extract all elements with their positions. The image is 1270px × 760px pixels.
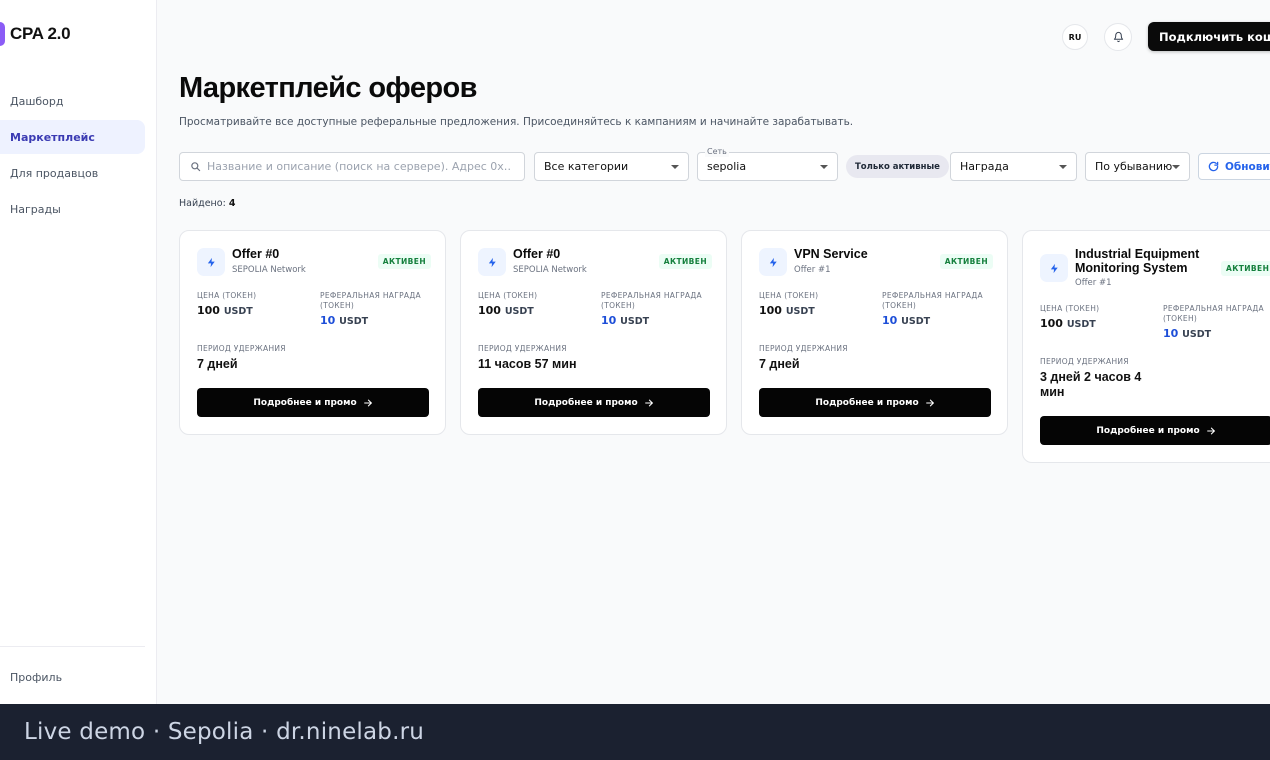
price-value: 100 USDT xyxy=(197,304,253,317)
offer-subtitle: SEPOLIA Network xyxy=(232,265,306,275)
refresh-button[interactable]: Обновить xyxy=(1198,153,1270,180)
caret-down-icon xyxy=(1059,165,1067,169)
search-input[interactable] xyxy=(207,160,512,173)
offer-card: Industrial Equipment Monitoring System O… xyxy=(1022,230,1270,463)
category-select-value: Все категории xyxy=(544,160,629,173)
bell-icon xyxy=(1113,31,1123,43)
sidebar-item-sellers[interactable]: Для продавцов xyxy=(0,156,145,190)
network-select-label: Сеть xyxy=(705,147,729,157)
price-value: 100 USDT xyxy=(759,304,815,317)
only-active-toggle[interactable]: Только активные xyxy=(846,155,949,178)
offer-subtitle: Offer #1 xyxy=(794,265,831,275)
price-label: ЦЕНА (ТОКЕН) xyxy=(478,291,538,300)
offer-title: VPN Service xyxy=(794,247,868,261)
offer-subtitle: Offer #1 xyxy=(1075,278,1112,288)
hold-value: 7 дней xyxy=(759,357,800,371)
reward-value: 10 USDT xyxy=(882,314,931,327)
sidebar-nav: Дашборд Маркетплейс Для продавцов Наград… xyxy=(0,84,145,228)
sidebar-item-marketplace[interactable]: Маркетплейс xyxy=(0,120,145,154)
reward-label: РЕФЕРАЛЬНАЯ НАГРАДА (ТОКЕН) xyxy=(1163,304,1264,323)
results-count-value: 4 xyxy=(228,198,236,209)
sidebar-item-dashboard[interactable]: Дашборд xyxy=(0,84,145,118)
reward-label: РЕФЕРАЛЬНАЯ НАГРАДА (ТОКЕН) xyxy=(882,291,983,310)
notifications-button[interactable] xyxy=(1104,23,1132,51)
hold-label: ПЕРИОД УДЕРЖАНИЯ xyxy=(478,344,567,353)
sort-by-select-value: Награда xyxy=(960,160,1009,173)
offer-title: Offer #0 xyxy=(513,247,561,261)
reward-value: 10 USDT xyxy=(320,314,369,327)
offer-title: Industrial Equipment Monitoring System xyxy=(1075,247,1200,275)
results-count-label: Найдено: xyxy=(179,198,226,209)
main-content: RU Подключить кошелек Маркетплейс оферов… xyxy=(157,0,1270,704)
hold-value: 3 дней 2 часов 4 мин xyxy=(1040,370,1142,399)
hold-label: ПЕРИОД УДЕРЖАНИЯ xyxy=(759,344,848,353)
demo-banner-text: Live demo · Sepolia · dr.ninelab.ru xyxy=(24,719,425,745)
offer-icon xyxy=(759,248,787,276)
price-value: 100 USDT xyxy=(478,304,534,317)
logo-text: CPA 2.0 xyxy=(10,24,71,43)
offer-icon xyxy=(197,248,225,276)
status-badge: АКТИВЕН xyxy=(658,254,712,269)
arrow-right-icon xyxy=(363,399,372,406)
sidebar-divider xyxy=(0,646,145,647)
price-label: ЦЕНА (ТОКЕН) xyxy=(197,291,257,300)
reward-label: РЕФЕРАЛЬНАЯ НАГРАДА (ТОКЕН) xyxy=(601,291,702,310)
demo-banner: Live demo · Sepolia · dr.ninelab.ru xyxy=(0,704,1270,760)
hold-label: ПЕРИОД УДЕРЖАНИЯ xyxy=(197,344,286,353)
lightning-icon xyxy=(488,257,496,267)
network-select-value: sepolia xyxy=(707,160,747,173)
details-button[interactable]: Подробнее и промо xyxy=(1040,416,1270,445)
refresh-icon xyxy=(1208,161,1219,172)
offer-card: Offer #0 SEPOLIA Network АКТИВЕН ЦЕНА (Т… xyxy=(460,230,727,435)
arrow-right-icon xyxy=(925,399,934,406)
sidebar: CPA 2.0 Дашборд Маркетплейс Для продавцо… xyxy=(0,0,157,704)
page-title: Маркетплейс оферов xyxy=(179,72,477,104)
offer-subtitle: SEPOLIA Network xyxy=(513,265,587,275)
details-button[interactable]: Подробнее и промо xyxy=(478,388,710,417)
sidebar-item-rewards[interactable]: Награды xyxy=(0,192,145,226)
reward-value: 10 USDT xyxy=(601,314,650,327)
lightning-icon xyxy=(207,257,215,267)
price-value: 100 USDT xyxy=(1040,317,1096,330)
caret-down-icon xyxy=(1172,165,1180,169)
connect-wallet-button[interactable]: Подключить кошелек xyxy=(1148,22,1270,51)
hold-label: ПЕРИОД УДЕРЖАНИЯ xyxy=(1040,357,1129,366)
price-label: ЦЕНА (ТОКЕН) xyxy=(759,291,819,300)
arrow-right-icon xyxy=(1206,427,1215,434)
page-subtitle: Просматривайте все доступные реферальные… xyxy=(179,116,854,128)
price-label: ЦЕНА (ТОКЕН) xyxy=(1040,304,1100,313)
offer-icon xyxy=(1040,254,1068,282)
caret-down-icon xyxy=(671,165,679,169)
sidebar-item-profile[interactable]: Профиль xyxy=(10,671,62,684)
language-button[interactable]: RU xyxy=(1062,24,1088,50)
reward-label: РЕФЕРАЛЬНАЯ НАГРАДА (ТОКЕН) xyxy=(320,291,421,310)
sort-by-select[interactable]: Награда xyxy=(950,152,1077,181)
results-count: Найдено: 4 xyxy=(179,198,235,209)
arrow-right-icon xyxy=(644,399,653,406)
category-select[interactable]: Все категории xyxy=(534,152,689,181)
details-button[interactable]: Подробнее и промо xyxy=(197,388,429,417)
lightning-icon xyxy=(1050,263,1058,273)
logo-mark xyxy=(0,22,5,46)
status-badge: АКТИВЕН xyxy=(1221,261,1270,276)
search-icon xyxy=(191,162,201,172)
details-button[interactable]: Подробнее и промо xyxy=(759,388,991,417)
offer-card: Offer #0 SEPOLIA Network АКТИВЕН ЦЕНА (Т… xyxy=(179,230,446,435)
network-select[interactable]: Сеть sepolia xyxy=(697,147,838,181)
lightning-icon xyxy=(769,257,777,267)
status-badge: АКТИВЕН xyxy=(939,254,993,269)
offer-icon xyxy=(478,248,506,276)
search-box[interactable] xyxy=(179,152,525,181)
logo[interactable]: CPA 2.0 xyxy=(0,22,71,46)
hold-value: 11 часов 57 мин xyxy=(478,357,577,371)
offer-title: Offer #0 xyxy=(232,247,280,261)
status-badge: АКТИВЕН xyxy=(377,254,431,269)
sort-order-select-value: По убыванию xyxy=(1095,160,1173,173)
hold-value: 7 дней xyxy=(197,357,238,371)
caret-down-icon xyxy=(820,165,828,169)
refresh-button-label: Обновить xyxy=(1225,160,1270,173)
offer-card: VPN Service Offer #1 АКТИВЕН ЦЕНА (ТОКЕН… xyxy=(741,230,1008,435)
reward-value: 10 USDT xyxy=(1163,327,1212,340)
sort-order-select[interactable]: По убыванию xyxy=(1085,152,1190,181)
